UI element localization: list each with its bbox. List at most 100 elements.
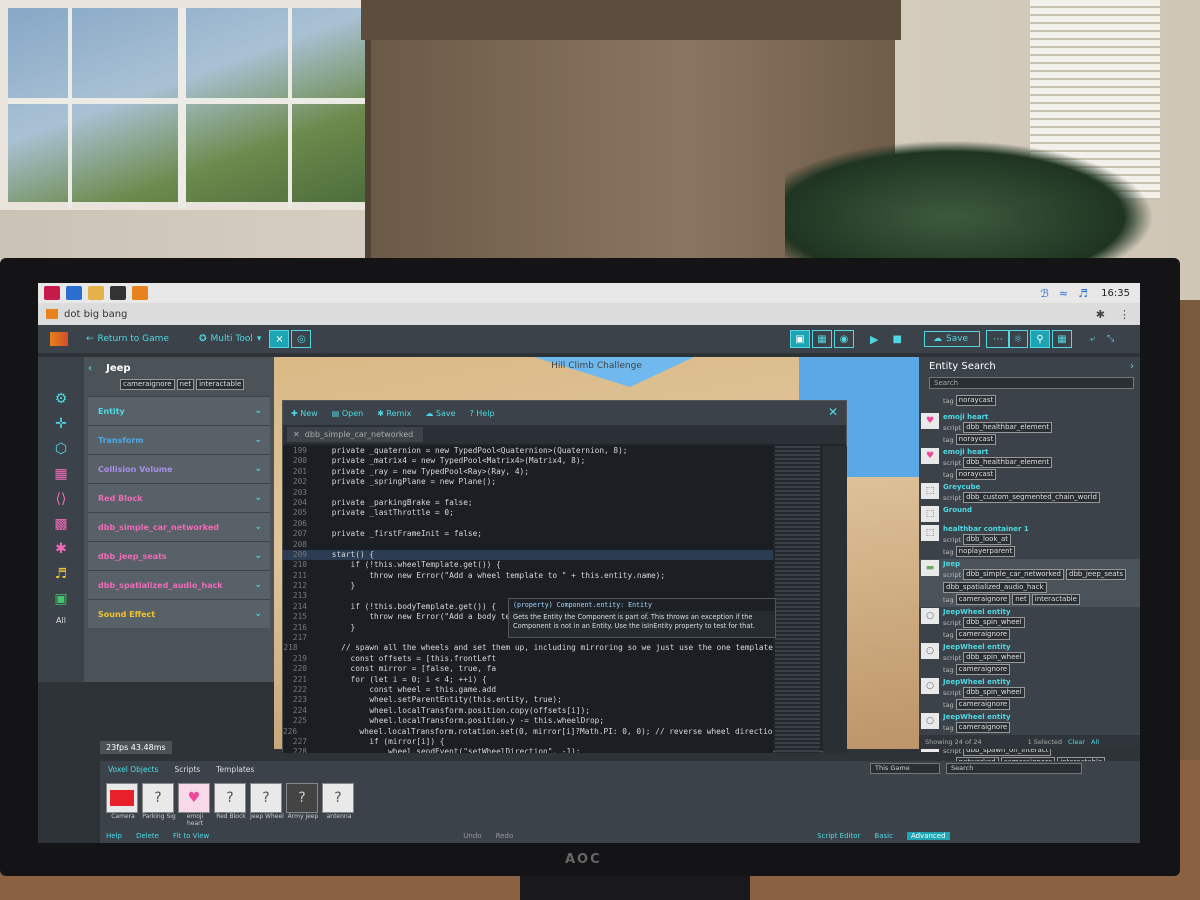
dbb-app-icon[interactable]: [132, 286, 148, 300]
chevron-down-icon[interactable]: ⌄: [254, 522, 262, 532]
meta-chip[interactable]: cameraignore: [955, 594, 1011, 605]
audio-script-icon[interactable]: ✱: [55, 541, 67, 557]
search-toggle-button[interactable]: ⚲: [1030, 330, 1050, 348]
entity-row[interactable]: ⬚ Greycube script dbb_custom_segmented_chai…: [919, 482, 1140, 505]
tag-chip[interactable]: cameraignore: [120, 379, 175, 390]
editor-menu-save[interactable]: ☁ Save: [425, 409, 455, 418]
wifi-icon[interactable]: ≈: [1059, 287, 1068, 300]
meta-chip[interactable]: dbb_healthbar_element: [963, 457, 1053, 468]
entity-search-input[interactable]: Search: [929, 377, 1134, 389]
chevron-down-icon[interactable]: ⌄: [254, 464, 262, 474]
entity-row[interactable]: ⬚ healthbar container 1 script dbb_look_at t…: [919, 524, 1140, 559]
meta-chip[interactable]: noraycast: [955, 395, 997, 406]
grid-button[interactable]: ▦: [1052, 330, 1072, 348]
tag-chip[interactable]: net: [176, 379, 195, 390]
camera-view-button[interactable]: ▣: [790, 330, 810, 348]
chevron-down-icon[interactable]: ⌄: [254, 609, 262, 619]
editor-menu-help[interactable]: ? Help: [470, 409, 495, 418]
meta-chip[interactable]: cameraignore: [955, 629, 1011, 640]
seats-script-icon[interactable]: ▩: [54, 516, 67, 532]
meta-chip[interactable]: dbb_spatialized_audio_hack: [943, 582, 1047, 593]
volume-icon[interactable]: ♬: [1078, 287, 1088, 300]
tab-voxel-objects[interactable]: Voxel Objects: [108, 765, 159, 774]
entity-row[interactable]: ▬ Jeep script dbb_simple_car_networked dbb_j…: [919, 559, 1140, 607]
local-space-button[interactable]: ⨯: [269, 330, 290, 348]
meta-chip[interactable]: dbb_spin_wheel: [963, 687, 1025, 698]
share-icon[interactable]: ⤶: [1090, 334, 1095, 344]
asset-tile[interactable]: ? Army jeep: [286, 783, 320, 827]
extension-icon[interactable]: ✱: [1096, 308, 1105, 321]
browser-icon[interactable]: [66, 286, 82, 300]
hierarchy-icon[interactable]: ⚙: [55, 391, 68, 407]
component-row[interactable]: Transform ⌄: [88, 425, 270, 454]
entity-row[interactable]: ○ JeepWheel entity script dbb_spin_wheel tag…: [919, 607, 1140, 642]
meta-chip[interactable]: net: [1012, 594, 1030, 605]
asset-tile[interactable]: ? Red Block: [214, 783, 248, 827]
clear-button[interactable]: Clear: [1068, 738, 1085, 746]
chevron-right-icon[interactable]: ›: [1130, 361, 1134, 372]
undo-button[interactable]: Undo: [463, 832, 481, 840]
folder-icon[interactable]: [88, 286, 104, 300]
meta-chip[interactable]: dbb_healthbar_element: [963, 422, 1053, 433]
component-row[interactable]: Entity ⌄: [88, 396, 270, 425]
bluetooth-icon[interactable]: ℬ: [1040, 287, 1049, 300]
editor-menu-remix[interactable]: ✱ Remix: [377, 409, 411, 418]
advanced-mode-toggle[interactable]: Advanced: [906, 832, 950, 840]
script-editor-button[interactable]: Script Editor: [817, 832, 860, 840]
asset-tile[interactable]: ? antenna: [322, 783, 356, 827]
editor-scrollbar[interactable]: [823, 446, 847, 753]
help-button[interactable]: Help: [106, 832, 122, 840]
camera-component-icon[interactable]: ▣: [54, 591, 67, 607]
blocks-icon[interactable]: ▦: [54, 466, 67, 482]
tag-chip[interactable]: interactable: [196, 379, 245, 390]
asset-tile[interactable]: ? Parking Sig: [142, 783, 176, 827]
entity-row[interactable]: tag noraycast: [919, 393, 1140, 412]
lighting-button[interactable]: ☼: [1008, 330, 1028, 348]
chevron-down-icon[interactable]: ⌄: [254, 406, 262, 416]
fullscreen-icon[interactable]: ⤡: [1107, 334, 1114, 344]
entity-row[interactable]: ○ JeepWheel entity script dbb_spin_wheel tag…: [919, 677, 1140, 712]
chevron-down-icon[interactable]: ⌄: [254, 493, 262, 503]
collision-icon[interactable]: ⬡: [55, 441, 67, 457]
meta-chip[interactable]: noplayerparent: [955, 546, 1016, 557]
chevron-down-icon[interactable]: ⌄: [254, 580, 262, 590]
file-tab[interactable]: ✕ dbb_simple_car_networked: [287, 427, 424, 442]
meta-chip[interactable]: dbb_look_at: [963, 534, 1012, 545]
asset-search-input[interactable]: Search: [946, 763, 1082, 774]
record-button[interactable]: ◉: [834, 330, 854, 348]
meta-chip[interactable]: noraycast: [955, 469, 997, 480]
redo-button[interactable]: Redo: [496, 832, 514, 840]
fit-to-view-button[interactable]: Fit to View: [173, 832, 209, 840]
chevron-down-icon[interactable]: ⌄: [254, 551, 262, 561]
code-minimap[interactable]: [775, 446, 820, 753]
component-row[interactable]: dbb_spatialized_audio_hack ⌄: [88, 570, 270, 599]
asset-tile[interactable]: Camera: [106, 783, 140, 827]
return-to-game-button[interactable]: ← Return to Game: [86, 334, 169, 344]
meta-chip[interactable]: dbb_custom_segmented_chain_world: [963, 492, 1100, 503]
component-row[interactable]: Sound Effect ⌄: [88, 599, 270, 628]
entity-row[interactable]: ○ JeepWheel entity tag cameraignore: [919, 712, 1140, 735]
entity-row[interactable]: ♥ emoji heart script dbb_healthbar_element t…: [919, 447, 1140, 482]
asset-tile[interactable]: ? Jeep Wheel: [250, 783, 284, 827]
component-row[interactable]: dbb_simple_car_networked ⌄: [88, 512, 270, 541]
close-icon[interactable]: ✕: [828, 405, 838, 419]
basic-mode-toggle[interactable]: Basic: [874, 832, 893, 840]
save-button[interactable]: ☁ Save: [924, 331, 980, 347]
multi-tool-dropdown[interactable]: ✪ Multi Tool ▾: [199, 334, 261, 344]
more-button[interactable]: ⋯: [986, 330, 1010, 348]
terminal-icon[interactable]: [110, 286, 126, 300]
all-button[interactable]: All: [1091, 738, 1099, 746]
play-button[interactable]: ▶: [870, 333, 878, 346]
asset-tile[interactable]: ♥ emoji heart: [178, 783, 212, 827]
asset-scope-select[interactable]: This Game: [870, 763, 940, 774]
tab-scripts[interactable]: Scripts: [175, 765, 201, 774]
chevron-left-icon[interactable]: ‹: [88, 363, 92, 374]
tab-templates[interactable]: Templates: [216, 765, 254, 774]
entity-row[interactable]: ○ JeepWheel entity script dbb_spin_wheel tag…: [919, 642, 1140, 677]
stop-button[interactable]: ■: [892, 334, 901, 345]
component-row[interactable]: dbb_jeep_seats ⌄: [88, 541, 270, 570]
editor-menu-open[interactable]: ▤ Open: [332, 409, 363, 418]
entity-row[interactable]: ♥ emoji heart script dbb_healthbar_element t…: [919, 412, 1140, 447]
meta-chip[interactable]: dbb_jeep_seats: [1066, 569, 1126, 580]
meta-chip[interactable]: cameraignore: [955, 722, 1011, 733]
